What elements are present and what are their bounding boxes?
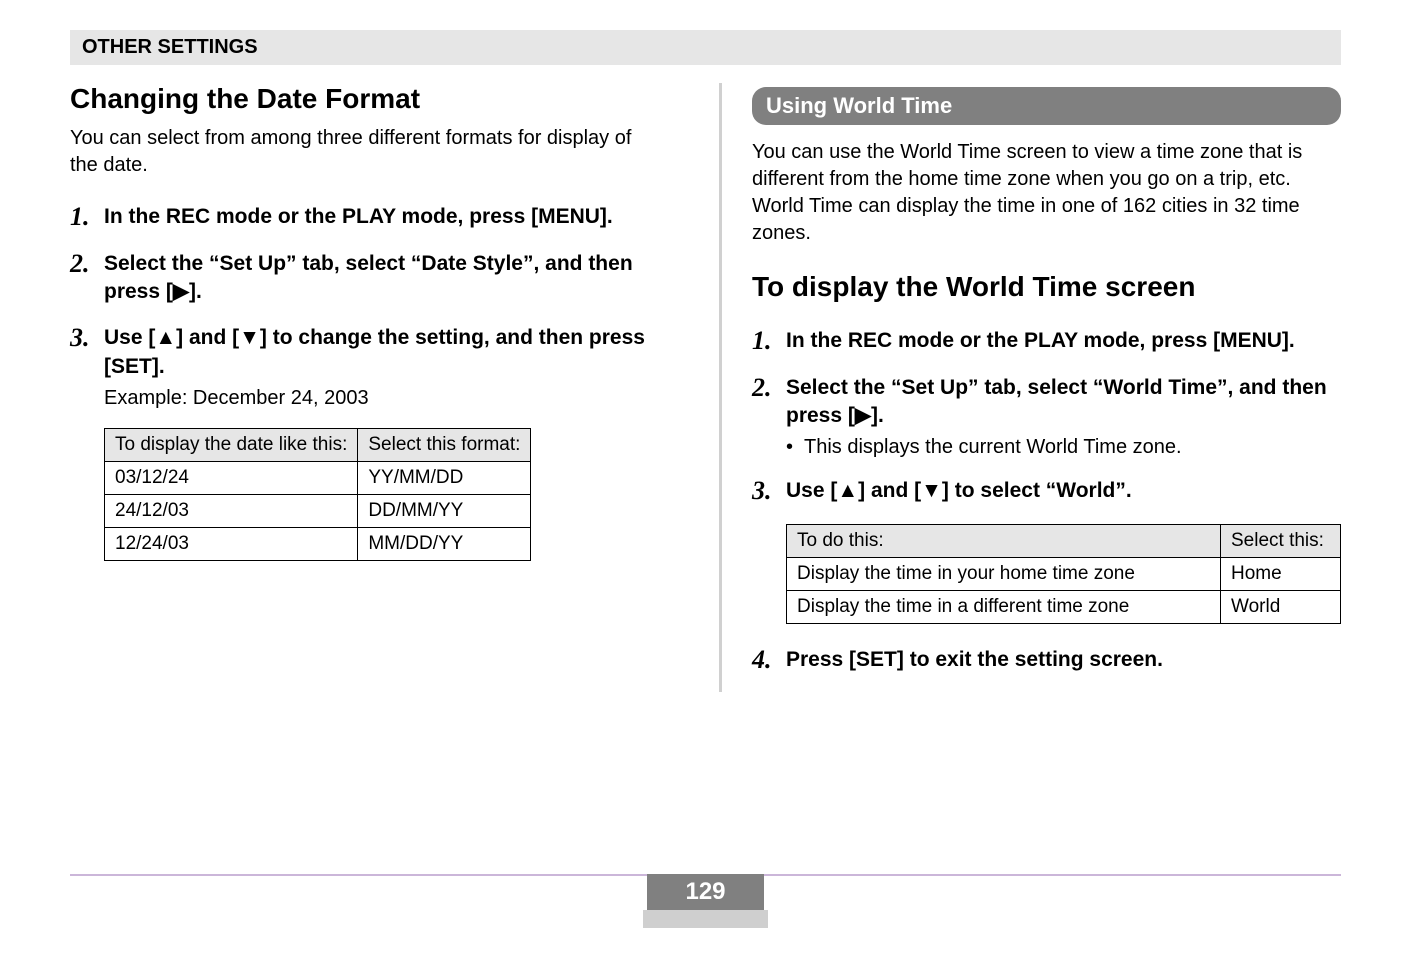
left-heading: Changing the Date Format bbox=[70, 83, 659, 115]
table-row: 12/24/03 MM/DD/YY bbox=[105, 527, 531, 560]
right-step-3: 3. Use [▲] and [▼] to select “World”. bbox=[752, 477, 1341, 506]
left-step-2: 2. Select the “Set Up” tab, select “Date… bbox=[70, 250, 659, 307]
world-time-table: To do this: Select this: Display the tim… bbox=[786, 524, 1341, 624]
table-header-row: To do this: Select this: bbox=[787, 524, 1341, 557]
step-bullet: • This displays the current World Time z… bbox=[786, 436, 1341, 459]
table-row: Display the time in your home time zone … bbox=[787, 557, 1341, 590]
step-text: Use [▲] and [▼] to change the setting, a… bbox=[104, 324, 659, 381]
step-number: 3. bbox=[752, 477, 786, 506]
table-header-cell: Select this: bbox=[1221, 524, 1341, 557]
pill-heading: Using World Time bbox=[752, 87, 1341, 125]
right-step-4: 4. Press [SET] to exit the setting scree… bbox=[752, 646, 1341, 675]
step-number: 4. bbox=[752, 646, 786, 675]
step-number: 2. bbox=[70, 250, 104, 279]
step-subtext: Example: December 24, 2003 bbox=[104, 387, 659, 410]
table-header-cell: Select this format: bbox=[358, 428, 531, 461]
table-row: 03/12/24 YY/MM/DD bbox=[105, 461, 531, 494]
table-cell: DD/MM/YY bbox=[358, 494, 531, 527]
step-number: 1. bbox=[70, 203, 104, 232]
table-header-row: To display the date like this: Select th… bbox=[105, 428, 531, 461]
table-cell: 12/24/03 bbox=[105, 527, 358, 560]
left-step-1: 1. In the REC mode or the PLAY mode, pre… bbox=[70, 203, 659, 232]
left-intro: You can select from among three differen… bbox=[70, 125, 659, 179]
table-cell: 24/12/03 bbox=[105, 494, 358, 527]
left-step-3: 3. Use [▲] and [▼] to change the setting… bbox=[70, 324, 659, 410]
table-cell: MM/DD/YY bbox=[358, 527, 531, 560]
table-cell: Home bbox=[1221, 557, 1341, 590]
step-text: Select the “Set Up” tab, select “World T… bbox=[786, 374, 1341, 431]
step-text: In the REC mode or the PLAY mode, press … bbox=[104, 203, 613, 231]
step-text: Select the “Set Up” tab, select “Date St… bbox=[104, 250, 659, 307]
right-heading: To display the World Time screen bbox=[752, 271, 1341, 303]
table-cell: World bbox=[1221, 590, 1341, 623]
table-header-cell: To display the date like this: bbox=[105, 428, 358, 461]
date-format-table: To display the date like this: Select th… bbox=[104, 428, 531, 561]
page-number: 129 bbox=[647, 874, 763, 910]
right-column: Using World Time You can use the World T… bbox=[719, 83, 1341, 692]
step-number: 3. bbox=[70, 324, 104, 353]
table-cell: YY/MM/DD bbox=[358, 461, 531, 494]
right-table-wrap: To do this: Select this: Display the tim… bbox=[786, 524, 1341, 624]
page-number-shadow bbox=[643, 910, 768, 928]
bullet-icon: • bbox=[786, 436, 804, 459]
right-intro: You can use the World Time screen to vie… bbox=[752, 139, 1341, 247]
table-header-cell: To do this: bbox=[787, 524, 1221, 557]
bullet-text: This displays the current World Time zon… bbox=[804, 436, 1182, 459]
step-number: 2. bbox=[752, 374, 786, 403]
step-text: Use [▲] and [▼] to select “World”. bbox=[786, 477, 1132, 505]
right-step-2: 2. Select the “Set Up” tab, select “Worl… bbox=[752, 374, 1341, 460]
two-column-layout: Changing the Date Format You can select … bbox=[70, 83, 1341, 692]
table-cell: Display the time in a different time zon… bbox=[787, 590, 1221, 623]
page-number-badge: 129 bbox=[0, 874, 1411, 928]
section-header: OTHER SETTINGS bbox=[70, 30, 1341, 65]
left-column: Changing the Date Format You can select … bbox=[70, 83, 679, 692]
left-table-wrap: To display the date like this: Select th… bbox=[104, 428, 659, 561]
page: OTHER SETTINGS Changing the Date Format … bbox=[0, 0, 1411, 692]
table-row: 24/12/03 DD/MM/YY bbox=[105, 494, 531, 527]
right-step-1: 1. In the REC mode or the PLAY mode, pre… bbox=[752, 327, 1341, 356]
table-cell: 03/12/24 bbox=[105, 461, 358, 494]
table-cell: Display the time in your home time zone bbox=[787, 557, 1221, 590]
step-text: In the REC mode or the PLAY mode, press … bbox=[786, 327, 1295, 355]
step-number: 1. bbox=[752, 327, 786, 356]
step-text: Press [SET] to exit the setting screen. bbox=[786, 646, 1163, 674]
table-row: Display the time in a different time zon… bbox=[787, 590, 1341, 623]
